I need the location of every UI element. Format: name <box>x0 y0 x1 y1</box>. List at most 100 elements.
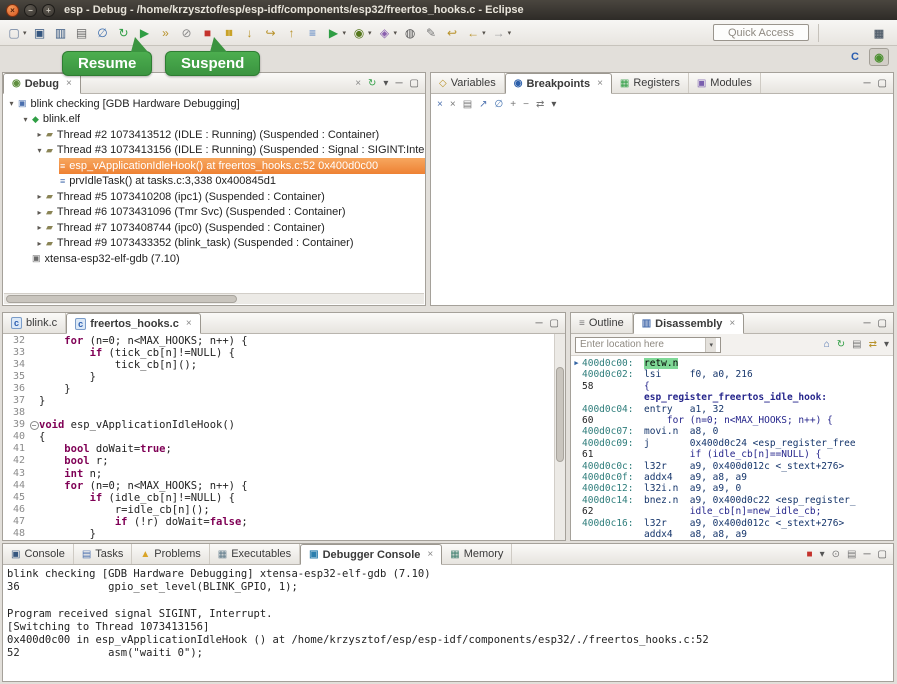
skip-all-breakpoints-icon[interactable]: ∅ <box>495 99 504 110</box>
editor-code[interactable]: 32 for (n=0; n<MAX_HOOKS; n++) {33 if (t… <box>3 334 554 540</box>
tab-debugger-console[interactable]: ▣Debugger Console× <box>300 544 442 565</box>
editor-vscrollbar[interactable] <box>554 334 565 540</box>
debug-tree-item[interactable]: ≡esp_vApplicationIdleHook() at freertos_… <box>3 158 425 174</box>
print-icon[interactable]: ▤ <box>72 23 92 43</box>
tab-memory[interactable]: ▦Memory <box>442 544 512 564</box>
external-tools-icon[interactable]: ◈▾ <box>375 23 400 43</box>
tab-tasks[interactable]: ▤Tasks <box>74 544 133 564</box>
maximize-icon[interactable]: ▢ <box>878 549 887 560</box>
disassembly-line[interactable]: esp_register_freertos_idle_hook: <box>571 392 893 403</box>
close-tab-icon[interactable]: × <box>729 318 735 329</box>
tab-freertos-hooks-c[interactable]: cfreertos_hooks.c× <box>66 313 201 334</box>
save-all-icon[interactable]: ▥ <box>51 23 71 43</box>
debug-tree-item[interactable]: ▸▰Thread #6 1073431096 (Tmr Svc) (Suspen… <box>3 205 425 221</box>
disassembly-line[interactable]: 61 if (idle_cb[n]==NULL) { <box>571 449 893 460</box>
skip-all-breakpoints-icon[interactable]: ∅ <box>93 23 113 43</box>
maximize-icon[interactable]: ▢ <box>410 78 419 89</box>
step-into-icon[interactable]: ↓ <box>240 23 260 43</box>
chevron-down-icon[interactable]: ▾ <box>343 29 347 37</box>
code-line[interactable]: 39−void esp_vApplicationIdleHook() <box>3 419 554 431</box>
minimize-icon[interactable]: ─ <box>863 78 870 89</box>
close-tab-icon[interactable]: × <box>186 318 192 329</box>
tree-expander-icon[interactable]: ▾ <box>6 99 17 108</box>
instruction-stepping-icon[interactable]: ≡ <box>303 23 323 43</box>
disassembly-line[interactable]: 400d0c07:movi.n a8, 0 <box>571 426 893 437</box>
go-to-file-icon[interactable]: ↗ <box>479 99 487 110</box>
code-line[interactable]: 42 bool r; <box>3 455 554 467</box>
window-minimize-button[interactable]: − <box>24 4 37 17</box>
minimize-icon[interactable]: ─ <box>395 78 402 89</box>
back-icon[interactable]: ←▾ <box>463 23 488 43</box>
tree-expander-icon[interactable]: ▸ <box>34 208 45 217</box>
tab-modules[interactable]: ▣Modules <box>689 73 761 93</box>
code-line[interactable]: 46 r=idle_cb[n](); <box>3 504 554 516</box>
scrollbar-thumb[interactable] <box>556 367 564 462</box>
code-line[interactable]: 43 int n; <box>3 468 554 480</box>
disassembly-line[interactable]: addx4 a8, a8, a9 <box>571 529 893 540</box>
debug-tree-item[interactable]: ▸▰Thread #5 1073410208 (ipc1) (Suspended… <box>3 189 425 205</box>
minimize-icon[interactable]: ─ <box>863 549 870 560</box>
disassembly-line[interactable]: 58{ <box>571 381 893 392</box>
chevron-down-icon[interactable]: ▾ <box>368 29 372 37</box>
tab-problems[interactable]: ▲Problems <box>132 544 209 564</box>
remove-all-terminated-icon[interactable]: × <box>355 78 361 89</box>
debug-tree[interactable]: ▾▣blink checking [GDB Hardware Debugging… <box>3 94 425 267</box>
minimize-icon[interactable]: ─ <box>863 318 870 329</box>
annotation-icon[interactable]: ✎ <box>421 23 441 43</box>
remove-all-breakpoints-icon[interactable]: × <box>450 99 456 110</box>
view-menu-icon[interactable]: ▾ <box>884 339 889 350</box>
view-menu-icon[interactable]: ▾ <box>551 99 556 110</box>
forward-icon[interactable]: →▾ <box>489 23 514 43</box>
new-wizard-icon[interactable]: ▢▾ <box>4 23 29 43</box>
clear-console-icon[interactable]: ▤ <box>847 549 856 560</box>
code-line[interactable]: 38 <box>3 407 554 419</box>
tree-expander-icon[interactable]: ▸ <box>34 192 45 201</box>
disassembly-line[interactable]: 400d0c14:bnez.n a9, 0x400d0c22 <esp_regi… <box>571 495 893 506</box>
code-line[interactable]: 33 if (tick_cb[n]!=NULL) { <box>3 347 554 359</box>
tab-outline[interactable]: ≡Outline <box>571 313 633 333</box>
maximize-icon[interactable]: ▢ <box>550 318 559 329</box>
maximize-icon[interactable]: ▢ <box>878 318 887 329</box>
code-line[interactable]: 48 } <box>3 528 554 540</box>
run-icon[interactable]: ▶▾ <box>324 23 349 43</box>
tree-expander-icon[interactable]: ▸ <box>34 223 45 232</box>
quick-access-input[interactable]: Quick Access <box>713 24 809 41</box>
code-line[interactable]: 44 for (n=0; n<MAX_HOOKS; n++) { <box>3 480 554 492</box>
disassembly-line[interactable]: 400d0c0c:l32r a9, 0x400d012c <_stext+276… <box>571 461 893 472</box>
code-line[interactable]: 36 } <box>3 383 554 395</box>
disassembly-line[interactable]: 62 idle_cb[n]=new_idle_cb; <box>571 506 893 517</box>
code-line[interactable]: 45 if (idle_cb[n]!=NULL) { <box>3 492 554 504</box>
tree-expander-icon[interactable]: ▸ <box>34 239 45 248</box>
debug-tree-item[interactable]: ▾◆blink.elf <box>3 112 425 128</box>
pin-console-icon[interactable]: ⊙ <box>832 549 840 560</box>
code-line[interactable]: 41 bool doWait=true; <box>3 443 554 455</box>
minimize-icon[interactable]: ─ <box>535 318 542 329</box>
scrollbar-thumb[interactable] <box>6 295 237 303</box>
step-filters-icon[interactable]: » <box>156 23 176 43</box>
console-output[interactable]: blink checking [GDB Hardware Debugging] … <box>3 565 893 663</box>
home-icon[interactable]: ⌂ <box>824 339 830 350</box>
show-source-icon[interactable]: ▤ <box>852 339 861 350</box>
step-return-icon[interactable]: ↑ <box>282 23 302 43</box>
code-line[interactable]: 47 if (!r) doWait=false; <box>3 516 554 528</box>
tab-debug[interactable]: ◉Debug× <box>3 73 81 94</box>
disassembly-line[interactable]: 400d0c12:l32i.n a9, a9, 0 <box>571 483 893 494</box>
chevron-down-icon[interactable]: ▾ <box>23 29 27 37</box>
chevron-down-icon[interactable]: ▾ <box>482 29 486 37</box>
debug-tree-item[interactable]: ▾▣blink checking [GDB Hardware Debugging… <box>3 96 425 112</box>
link-with-debug-icon[interactable]: ⇄ <box>536 99 544 110</box>
close-tab-icon[interactable]: × <box>427 549 433 560</box>
disconnect-icon[interactable]: ⊘ <box>177 23 197 43</box>
disassembly-line[interactable]: 400d0c0f:addx4 a9, a8, a9 <box>571 472 893 483</box>
chevron-down-icon[interactable]: ▾ <box>394 29 398 37</box>
chevron-down-icon[interactable]: ▾ <box>508 29 512 37</box>
cpp-perspective-icon[interactable]: C <box>845 48 865 66</box>
tab-blink-c[interactable]: cblink.c <box>3 313 66 333</box>
debug-icon[interactable]: ◉▾ <box>349 23 374 43</box>
tab-disassembly[interactable]: ▥Disassembly× <box>633 313 745 334</box>
step-over-icon[interactable]: ↪ <box>261 23 281 43</box>
remove-breakpoint-icon[interactable]: × <box>437 99 443 110</box>
expand-all-icon[interactable]: + <box>510 99 516 110</box>
debug-tree-item[interactable]: ≡prvIdleTask() at tasks.c:3,338 0x400845… <box>3 174 425 190</box>
tree-expander-icon[interactable]: ▾ <box>20 115 31 124</box>
